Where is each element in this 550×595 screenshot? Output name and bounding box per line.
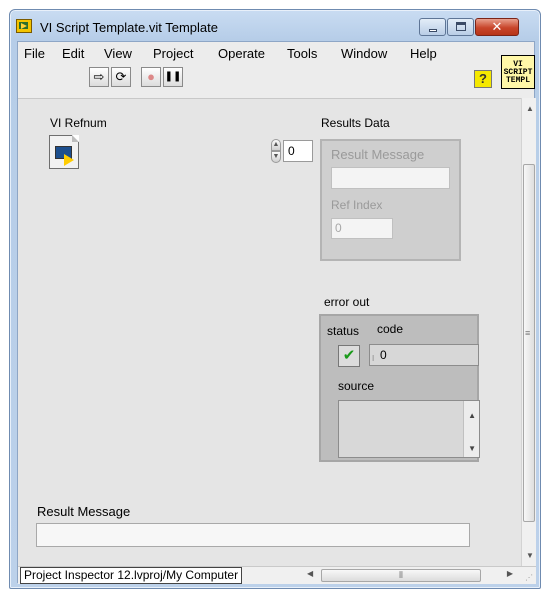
menu-project[interactable]: Project [153,46,193,61]
results-data-cluster: Result Message Ref Index 0 [320,139,461,261]
context-help-button[interactable]: ? [474,70,492,88]
maximize-button[interactable] [447,18,474,36]
scroll-grip-icon: ≡ [525,328,531,338]
increment-arrow-icon[interactable]: ▲ [271,139,281,151]
array-index-field[interactable]: 0 [283,140,313,162]
resize-grip-icon[interactable]: ⋰ [525,573,535,583]
pause-button[interactable]: ❚❚ [163,67,183,87]
menu-tools[interactable]: Tools [287,46,317,61]
menu-bar: File Edit View Project Operate Tools Win… [18,42,508,64]
horizontal-scrollbar[interactable]: ◀ ⦀ ▶ [305,568,515,584]
vertical-scroll-thumb[interactable] [523,164,535,522]
vi-connector-icon[interactable]: VI SCRIPT TEMPL [501,55,535,89]
menu-view[interactable]: View [104,46,132,61]
minimize-icon [429,29,437,32]
vi-icon-line: TEMPL [505,76,530,85]
menu-help[interactable]: Help [410,46,437,61]
abort-icon: ● [147,69,155,84]
scroll-up-arrow-icon[interactable]: ▲ [468,411,476,420]
run-button[interactable]: ⇨ [89,67,109,87]
run-continuously-button[interactable]: ⟳ [111,67,131,87]
vi-refnum-label: VI Refnum [50,116,107,130]
maximize-icon [456,22,466,31]
ref-index-field[interactable]: 0 [331,218,393,239]
window-title: VI Script Template.vit Template [40,20,218,35]
source-label: source [338,379,375,393]
menu-edit[interactable]: Edit [62,46,84,61]
source-field[interactable]: ▲ ▼ [338,400,480,458]
bottom-result-message-label: Result Message [37,504,131,519]
results-data-label: Results Data [321,116,390,130]
ref-index-label: Ref Index [331,198,383,212]
checkmark-icon: ✔ [342,347,356,364]
horizontal-scroll-thumb[interactable]: ⦀ [321,569,481,582]
front-panel-window: File Edit View Project Operate Tools Win… [17,41,536,584]
vi-refnum-control[interactable] [49,135,79,169]
scroll-right-arrow-icon[interactable]: ▶ [507,569,513,578]
vi-window: VI Script Template.vit Template ✕ File E… [9,9,541,589]
help-question-icon: ? [479,71,487,86]
scroll-down-arrow-icon[interactable]: ▼ [468,444,476,453]
page-fold-icon [72,135,79,142]
decrement-arrow-icon[interactable]: ▼ [271,151,281,163]
minimize-button[interactable] [419,18,446,36]
menu-file[interactable]: File [24,46,45,61]
close-icon: ✕ [491,19,503,34]
status-bar: Project Inspector 12.lvproj/My Computer … [18,566,536,584]
menu-window[interactable]: Window [341,46,387,61]
title-bar[interactable]: VI Script Template.vit Template ✕ [10,10,540,42]
result-message-indicator[interactable] [36,523,470,547]
close-button[interactable]: ✕ [475,18,519,36]
labview-vi-icon [16,19,32,33]
representation-icon: I [372,354,375,363]
code-label: code [377,322,404,336]
result-message-label: Result Message [331,147,425,162]
toolbar: ⇨ ⟳ ● ❚❚ [18,64,508,92]
front-panel: VI Refnum Results Data ▲ ▼ 0 Result Mess… [18,98,521,566]
menu-operate[interactable]: Operate [218,46,265,61]
vertical-scrollbar[interactable]: ▲ ≡ ▼ [521,98,536,566]
project-path[interactable]: Project Inspector 12.lvproj/My Computer [20,567,243,584]
status-indicator: ✔ [338,345,360,367]
run-arrow-icon [64,154,74,166]
result-message-field[interactable] [331,167,450,189]
error-out-label: error out [324,295,370,309]
run-continuously-icon: ⟳ [115,69,127,84]
code-value: 0 [380,348,387,362]
abort-button[interactable]: ● [141,67,161,87]
scroll-left-arrow-icon[interactable]: ◀ [307,569,313,578]
code-field[interactable]: I0 [369,344,479,366]
status-label: status [327,324,360,338]
run-arrow-icon: ⇨ [93,69,105,84]
scroll-up-arrow-icon[interactable]: ▲ [526,104,534,113]
array-index-stepper[interactable]: ▲ ▼ [271,139,282,163]
pause-icon: ❚❚ [164,71,182,82]
error-out-cluster: status code ✔ I0 source ▲ ▼ [319,314,480,462]
scroll-down-arrow-icon[interactable]: ▼ [526,551,534,560]
